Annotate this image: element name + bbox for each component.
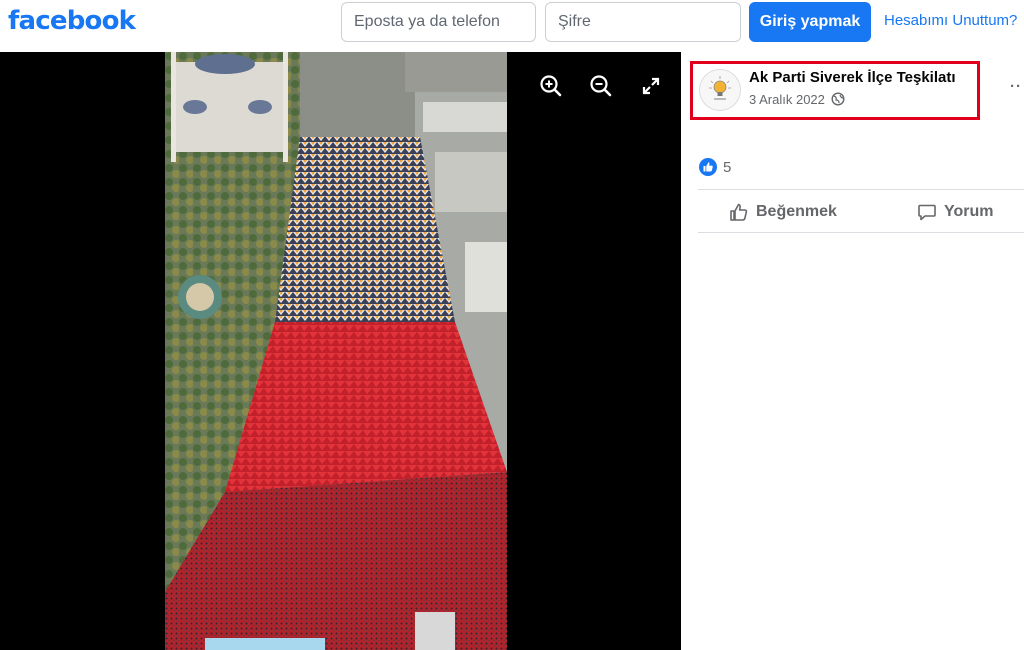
- login-button[interactable]: Giriş yapmak: [749, 2, 871, 42]
- aerial-crowd-image: [165, 52, 507, 650]
- thumbs-up-icon: [730, 203, 748, 221]
- divider: [698, 189, 1024, 190]
- forgot-account-link[interactable]: Hesabımı Unuttum?: [884, 12, 1017, 29]
- comment-icon: [918, 204, 936, 221]
- email-field[interactable]: [341, 2, 536, 42]
- like-button[interactable]: Beğenmek: [729, 197, 837, 227]
- media-viewer: [0, 52, 681, 650]
- password-field[interactable]: [545, 2, 741, 42]
- top-bar: facebook Giriş yapmak Hesabımı Unuttum?: [0, 0, 1024, 52]
- more-options-icon[interactable]: ··: [1010, 78, 1022, 95]
- zoom-out-icon[interactable]: [587, 72, 615, 100]
- like-reaction-icon[interactable]: [699, 158, 717, 176]
- comment-button[interactable]: Yorum: [917, 197, 993, 227]
- reaction-count[interactable]: 5: [723, 159, 731, 176]
- divider: [698, 232, 1024, 233]
- post-panel: Ak Parti Siverek İlçe Teşkilatı 3 Aralık…: [681, 52, 1024, 650]
- rally-photo: [165, 52, 507, 650]
- zoom-in-icon[interactable]: [537, 72, 565, 100]
- highlight-box: [690, 61, 980, 120]
- comment-label: Yorum: [944, 203, 994, 220]
- facebook-logo[interactable]: facebook: [8, 6, 136, 36]
- expand-icon[interactable]: [637, 72, 665, 100]
- like-label: Beğenmek: [756, 203, 837, 220]
